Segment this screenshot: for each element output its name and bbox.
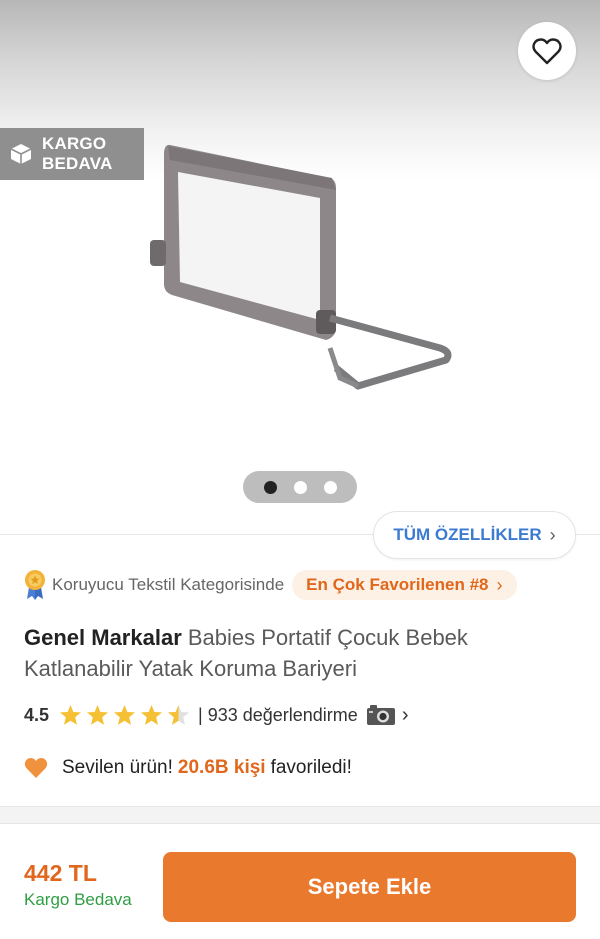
orange-heart-icon [24,758,48,778]
add-to-cart-button[interactable]: Sepete Ekle [163,852,576,922]
review-count: | 933 değerlendirme [198,704,358,725]
heart-outline-icon [532,37,562,64]
loved-suffix: favoriledi! [270,757,352,778]
star-icon [141,704,163,725]
pagination-dot-2[interactable] [293,480,307,494]
loved-prefix: Sevilen ürün! [62,757,173,778]
brand-name[interactable]: Genel Markalar [24,625,182,650]
chevron-right-icon: › [496,574,503,595]
camera-icon [366,705,395,725]
pagination-dot-3[interactable] [323,480,337,494]
category-text: Koruyucu Tekstil Kategorisinde [52,575,285,594]
price-block: 442 TL Kargo Bedava [24,858,132,912]
pagination-dot-1[interactable] [263,480,277,494]
free-shipping-badge: KARGO BEDAVA [0,128,144,180]
price: 442 TL [24,860,97,886]
gallery-pagination[interactable] [243,471,357,503]
half-star-icon [168,704,190,725]
shipping-info: Kargo Bedava [24,890,132,909]
all-features-button[interactable]: TÜM ÖZELLİKLER › [373,511,576,559]
star-rating [59,704,190,726]
badge-text: KARGO BEDAVA [42,134,112,174]
favorite-count: 20.6B kişi [177,757,266,778]
favorite-button[interactable] [518,22,576,80]
box-icon [10,144,32,164]
medal-icon [25,570,45,600]
star-icon [60,704,82,725]
rank-label: En Çok Favorilenen #8 [306,575,489,594]
category-row: Koruyucu Tekstil Kategorisinde En Çok Fa… [24,568,517,602]
product-title: Genel Markalar Babies Portatif Çocuk Beb… [24,622,580,684]
loved-product-row: Sevilen ürün! 20.6B kişi favoriledi! [24,753,352,783]
chevron-right-icon: › [549,524,556,545]
rating-value: 4.5 [24,704,50,725]
star-icon [87,704,109,725]
all-features-label: TÜM ÖZELLİKLER [393,525,542,544]
star-icon [114,704,136,725]
rating-row[interactable]: 4.5 | 933 değerlendirme › [24,700,408,730]
section-divider [0,806,600,824]
chevron-right-icon: › [401,703,409,726]
product-gallery[interactable]: KARGO BEDAVA [0,0,600,530]
favorites-rank-pill[interactable]: En Çok Favorilenen #8 › [292,570,517,600]
badge-line-2: BEDAVA [42,154,113,173]
badge-line-1: KARGO [42,134,107,153]
product-image [150,144,452,390]
